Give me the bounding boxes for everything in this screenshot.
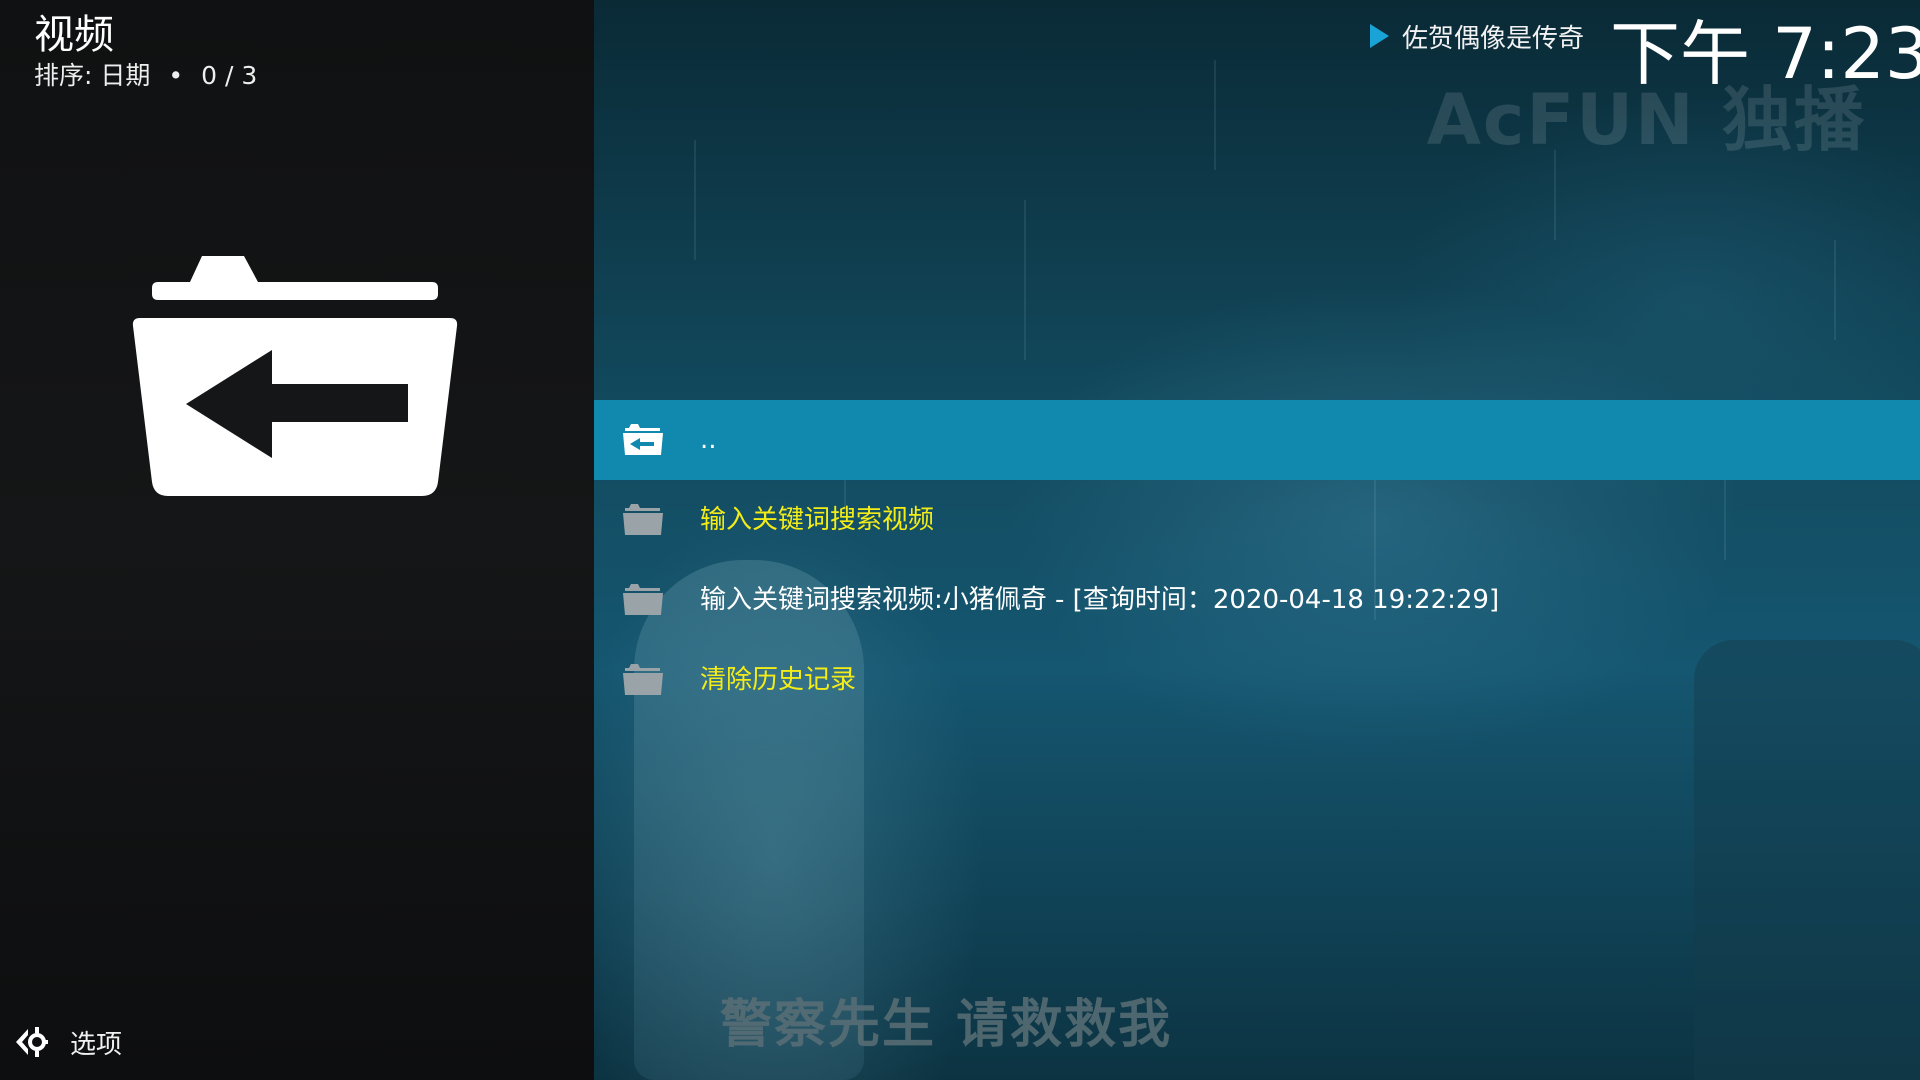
sort-info: 排序: 日期 • 0 / 3 — [34, 60, 257, 92]
item-position: 0 / 3 — [201, 61, 258, 90]
folder-back-icon — [623, 424, 663, 455]
play-icon — [1369, 24, 1389, 48]
now-playing[interactable]: 佐贺偶像是传奇 — [1368, 18, 1584, 54]
page-title: 视频 — [34, 12, 114, 58]
clock: 下午 7:23 — [1610, 14, 1920, 94]
video-subtitle: 警察先生 请救救我 — [720, 995, 1173, 1055]
list-item-parent[interactable]: .. — [594, 400, 1920, 480]
header: 视频 排序: 日期 • 0 / 3 — [34, 10, 257, 92]
folder-icon — [623, 504, 663, 535]
list-item-search[interactable]: 输入关键词搜索视频 — [594, 480, 1920, 560]
list-item-history[interactable]: 输入关键词搜索视频:小猪佩奇 - [查询时间：2020-04-18 19:22:… — [594, 560, 1920, 640]
separator-dot: • — [168, 61, 184, 90]
options-label: 选项 — [70, 1029, 123, 1060]
list-item-label: 输入关键词搜索视频 — [700, 505, 935, 535]
list-item-clear-history[interactable]: 清除历史记录 — [594, 640, 1920, 720]
options-button[interactable]: 选项 — [14, 1022, 122, 1062]
folder-back-icon — [132, 256, 458, 496]
folder-icon — [623, 584, 663, 615]
now-playing-title: 佐贺偶像是传奇 — [1401, 23, 1584, 54]
list-item-label: 清除历史记录 — [700, 665, 857, 695]
left-panel: 视频 排序: 日期 • 0 / 3 选项 — [0, 0, 594, 1080]
options-icon — [16, 1027, 48, 1057]
list-item-label: .. — [700, 425, 717, 455]
list-item-label: 输入关键词搜索视频:小猪佩奇 - [查询时间：2020-04-18 19:22:… — [700, 585, 1500, 615]
sort-label: 排序: 日期 — [34, 61, 151, 90]
folder-icon — [623, 664, 663, 695]
file-list: .. 输入关键词搜索视频 输入关键词搜索视频:小猪佩奇 - [查询时间：2020… — [594, 400, 1920, 720]
